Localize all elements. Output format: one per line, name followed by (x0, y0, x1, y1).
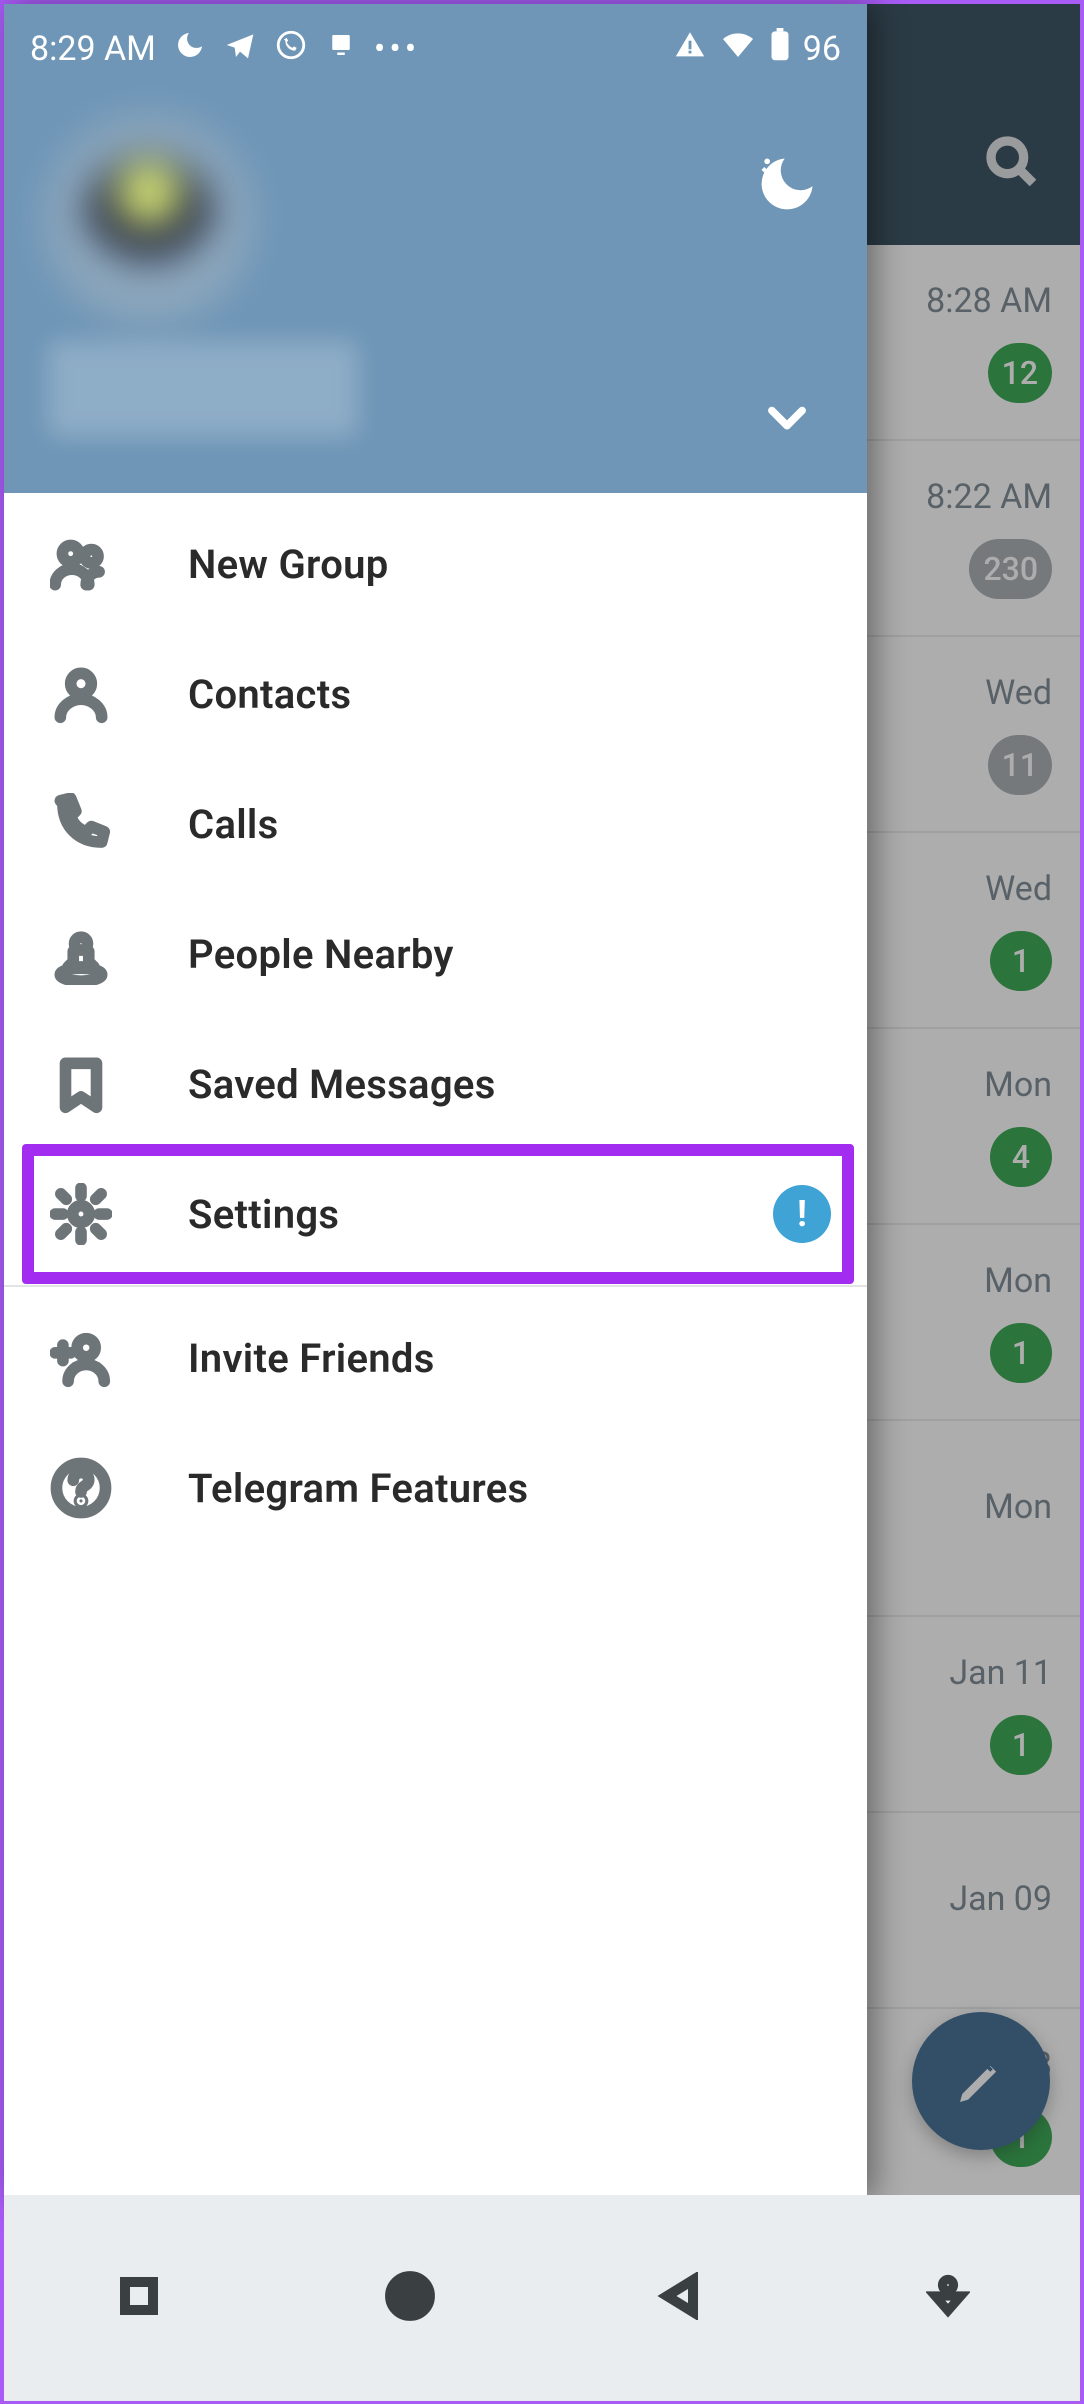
wifi-icon (719, 29, 757, 69)
warning-icon (673, 28, 707, 71)
dnd-icon (174, 29, 206, 70)
menu-label: New Group (188, 541, 389, 588)
screen-frame: 8:28 AMis…128:22 AM..230WedC…11Wed1Mon4M… (0, 0, 1084, 2404)
bookmark-icon (50, 1053, 112, 1115)
menu-label: Telegram Features (188, 1465, 528, 1512)
profile-name[interactable] (48, 341, 358, 437)
menu-label: People Nearby (188, 931, 454, 978)
battery-icon (769, 28, 791, 71)
menu-saved-messages[interactable]: Saved Messages (4, 1019, 867, 1149)
ime-switch-button[interactable] (926, 2274, 970, 2322)
menu-telegram-features[interactable]: Telegram Features (4, 1423, 867, 1553)
menu-calls[interactable]: Calls (4, 759, 867, 889)
menu-new-group[interactable]: New Group (4, 499, 867, 629)
gear-icon (50, 1183, 112, 1245)
more-icon: ••• (374, 29, 420, 69)
nearby-icon (50, 923, 112, 985)
phone-icon (50, 793, 112, 855)
night-mode-icon[interactable] (753, 150, 821, 222)
person-icon (50, 663, 112, 725)
battery-level: 96 (803, 29, 841, 69)
system-nav-bar (4, 2195, 1080, 2400)
home-button[interactable] (384, 2270, 436, 2326)
menu-label: Contacts (188, 671, 351, 718)
telegram-icon (224, 29, 256, 70)
profile-avatar[interactable] (44, 114, 254, 324)
drawer-header: 8:29 AM ••• 96 (4, 4, 867, 493)
menu-label: Settings (188, 1191, 339, 1238)
menu-divider (4, 1285, 867, 1287)
menu-people-nearby[interactable]: People Nearby (4, 889, 867, 1019)
menu-label: Calls (188, 801, 278, 848)
group-icon (50, 533, 112, 595)
menu-contacts[interactable]: Contacts (4, 629, 867, 759)
whatsapp-icon (274, 28, 308, 71)
recents-button[interactable] (115, 2272, 163, 2324)
help-icon (50, 1457, 112, 1519)
menu-label: Invite Friends (188, 1335, 435, 1382)
menu-invite-friends[interactable]: Invite Friends (4, 1293, 867, 1423)
notification-icon (326, 29, 356, 69)
status-bar: 8:29 AM ••• 96 (4, 4, 867, 94)
menu-label: Saved Messages (188, 1061, 496, 1108)
account-chevron-icon[interactable] (761, 391, 813, 447)
invite-icon (50, 1327, 112, 1389)
navigation-drawer: 8:29 AM ••• 96 (4, 4, 867, 2199)
menu-settings[interactable]: Settings ! (4, 1149, 867, 1279)
back-button[interactable] (657, 2272, 705, 2324)
status-time: 8:29 AM (30, 29, 156, 69)
drawer-menu: New Group Contacts Calls People Nearby S… (4, 493, 867, 1553)
settings-alert-badge: ! (773, 1185, 831, 1243)
